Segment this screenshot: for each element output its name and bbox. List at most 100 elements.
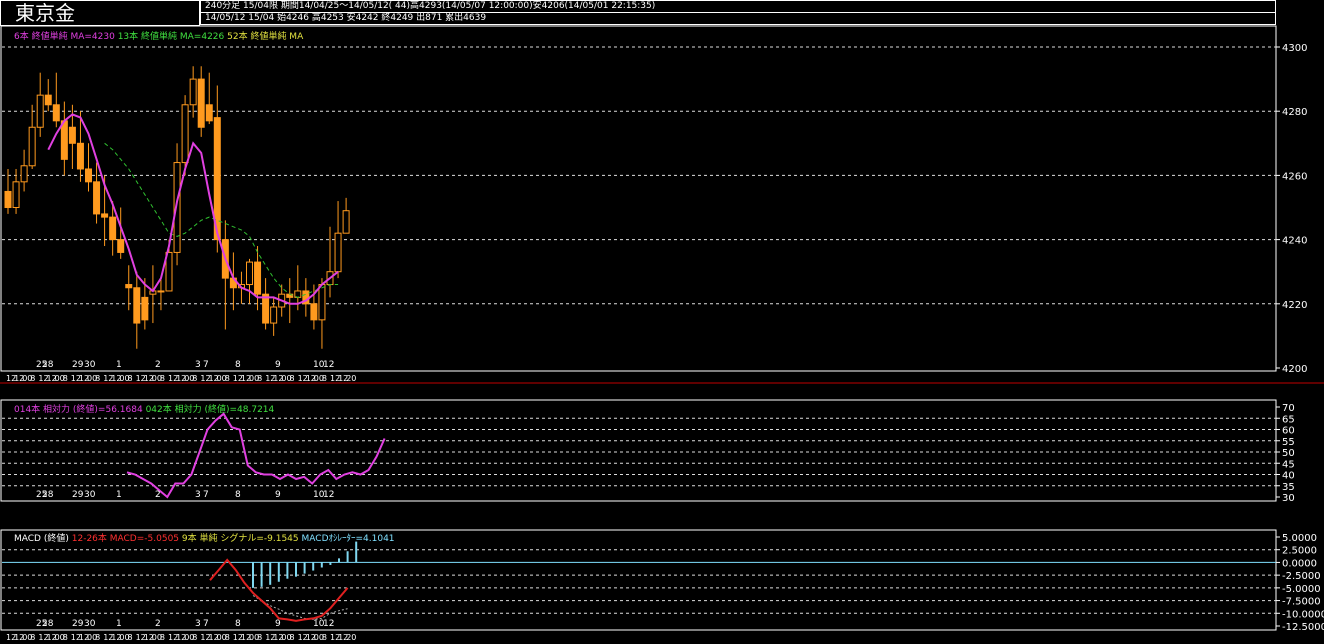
main-day-label: 28 (42, 360, 54, 370)
main-time-label: 8 (257, 374, 262, 383)
main-day-label: 9 (275, 360, 281, 370)
candle-down-body (254, 261, 262, 295)
main-day-label: 12 (323, 360, 334, 370)
macd-day-label: 30 (84, 619, 96, 629)
rsi-y-tick-label: 50 (1282, 448, 1295, 459)
candle-down-body (109, 216, 117, 241)
main-y-tick-label: 4280 (1282, 107, 1307, 118)
main-time-label: 20 (346, 374, 356, 383)
macd-y-tick-label: -12.5000 (1282, 622, 1324, 633)
rsi-y-tick-label: 65 (1282, 414, 1295, 425)
main-day-label: 1 (116, 360, 122, 370)
candle-down-body (197, 78, 205, 128)
candle-up-body (12, 181, 20, 209)
rsi-y-tick-label: 35 (1282, 482, 1295, 493)
macd-y-tick-label: 0.0000 (1282, 558, 1317, 569)
macd-time-label: 20 (346, 633, 356, 642)
main-day-label: 29 (72, 360, 84, 370)
candle-up-body (334, 232, 342, 273)
candle-down-body (141, 296, 149, 321)
rsi-day-label: 2 (155, 490, 161, 500)
ma6-line (47, 113, 339, 305)
main-day-label: 3 (195, 360, 201, 370)
main-y-tick-label: 4260 (1282, 171, 1307, 182)
main-time-label: 8 (322, 374, 327, 383)
candle-down-body (262, 293, 270, 324)
candle-up-body (189, 78, 197, 106)
candle-up-body (318, 284, 326, 321)
main-y-tick-label: 4200 (1282, 364, 1307, 375)
rsi-day-label: 8 (235, 490, 241, 500)
macd-time-label: 8 (128, 633, 133, 642)
macd-y-tick-label: -10.0000 (1282, 609, 1324, 620)
main-time-label: 8 (192, 374, 197, 383)
main-day-label: 8 (235, 360, 241, 370)
candle-up-body (157, 290, 165, 293)
rsi-day-label: 28 (42, 490, 54, 500)
main-time-label: 8 (290, 374, 295, 383)
candle-up-body (36, 94, 44, 128)
candle-down-body (205, 104, 213, 122)
candle-down-body (52, 104, 60, 122)
macd-panel-frame (0, 529, 1277, 631)
macd-time-label: 8 (95, 633, 100, 642)
main-day-label: 7 (203, 360, 209, 370)
main-time-label: 8 (128, 374, 133, 383)
ma13-line (104, 142, 339, 298)
rsi-day-label: 3 (195, 490, 201, 500)
macd-day-label: 1 (116, 619, 122, 629)
macd-day-label: 29 (72, 619, 84, 629)
macd-y-tick-label: -2.5000 (1282, 571, 1321, 582)
candle-up-body (270, 306, 278, 324)
rsi-y-tick-label: 55 (1282, 437, 1295, 448)
rsi-day-label: 30 (84, 490, 96, 500)
chart-canvas: 4300428042604240422042002528 29 30 1 2 3 7 8 9 10… (0, 25, 1324, 642)
candle-down-body (93, 181, 101, 215)
candle-down-body (68, 126, 76, 144)
macd-day-label: 9 (275, 619, 281, 629)
macd-y-tick-label: -5.0000 (1282, 584, 1321, 595)
macd-time-label: 8 (257, 633, 262, 642)
candle-down-body (133, 287, 141, 324)
rsi-y-tick-label: 40 (1282, 471, 1295, 482)
rsi-day-label: 9 (275, 490, 281, 500)
candle-up-body (181, 104, 189, 164)
macd-time-label: 8 (30, 633, 35, 642)
main-day-label: 30 (84, 360, 96, 370)
macd-y-tick-label: -7.5000 (1282, 597, 1321, 608)
rsi-y-tick-label: 60 (1282, 426, 1295, 437)
candle-down-body (76, 142, 84, 170)
candle-down-body (125, 284, 133, 289)
candle-down-body (44, 94, 52, 106)
macd-y-tick-label: 2.5000 (1282, 546, 1317, 557)
macd-time-label: 8 (63, 633, 68, 642)
macd-y-tick-label: 5.0000 (1282, 533, 1317, 544)
macd-time-label: 8 (160, 633, 165, 642)
rsi-day-label: 29 (72, 490, 84, 500)
candle-up-body (246, 261, 253, 286)
macd-day-label: 8 (235, 619, 241, 629)
candle-up-body (342, 210, 350, 234)
candle-up-body (28, 126, 36, 167)
rsi-y-tick-label: 70 (1282, 403, 1295, 414)
candle-down-body (60, 120, 68, 160)
main-time-label: 8 (160, 374, 165, 383)
candle-down-body (310, 303, 318, 321)
macd-time-label: 8 (322, 633, 327, 642)
main-panel-frame (0, 25, 1277, 372)
main-y-tick-label: 4220 (1282, 300, 1307, 311)
candle-down-body (101, 213, 109, 218)
main-time-label: 8 (95, 374, 100, 383)
macd-time-label: 8 (192, 633, 197, 642)
main-time-label: 8 (30, 374, 35, 383)
rsi-day-label: 1 (116, 490, 122, 500)
main-y-tick-label: 4240 (1282, 236, 1307, 247)
main-day-label: 2 (155, 360, 161, 370)
main-time-label: 8 (63, 374, 68, 383)
macd-day-label: 28 (42, 619, 54, 629)
candle-down-body (85, 168, 92, 183)
rsi-day-label: 7 (203, 490, 209, 500)
macd-day-label: 7 (203, 619, 209, 629)
main-y-tick-label: 4300 (1282, 43, 1307, 54)
macd-day-label: 12 (323, 619, 334, 629)
